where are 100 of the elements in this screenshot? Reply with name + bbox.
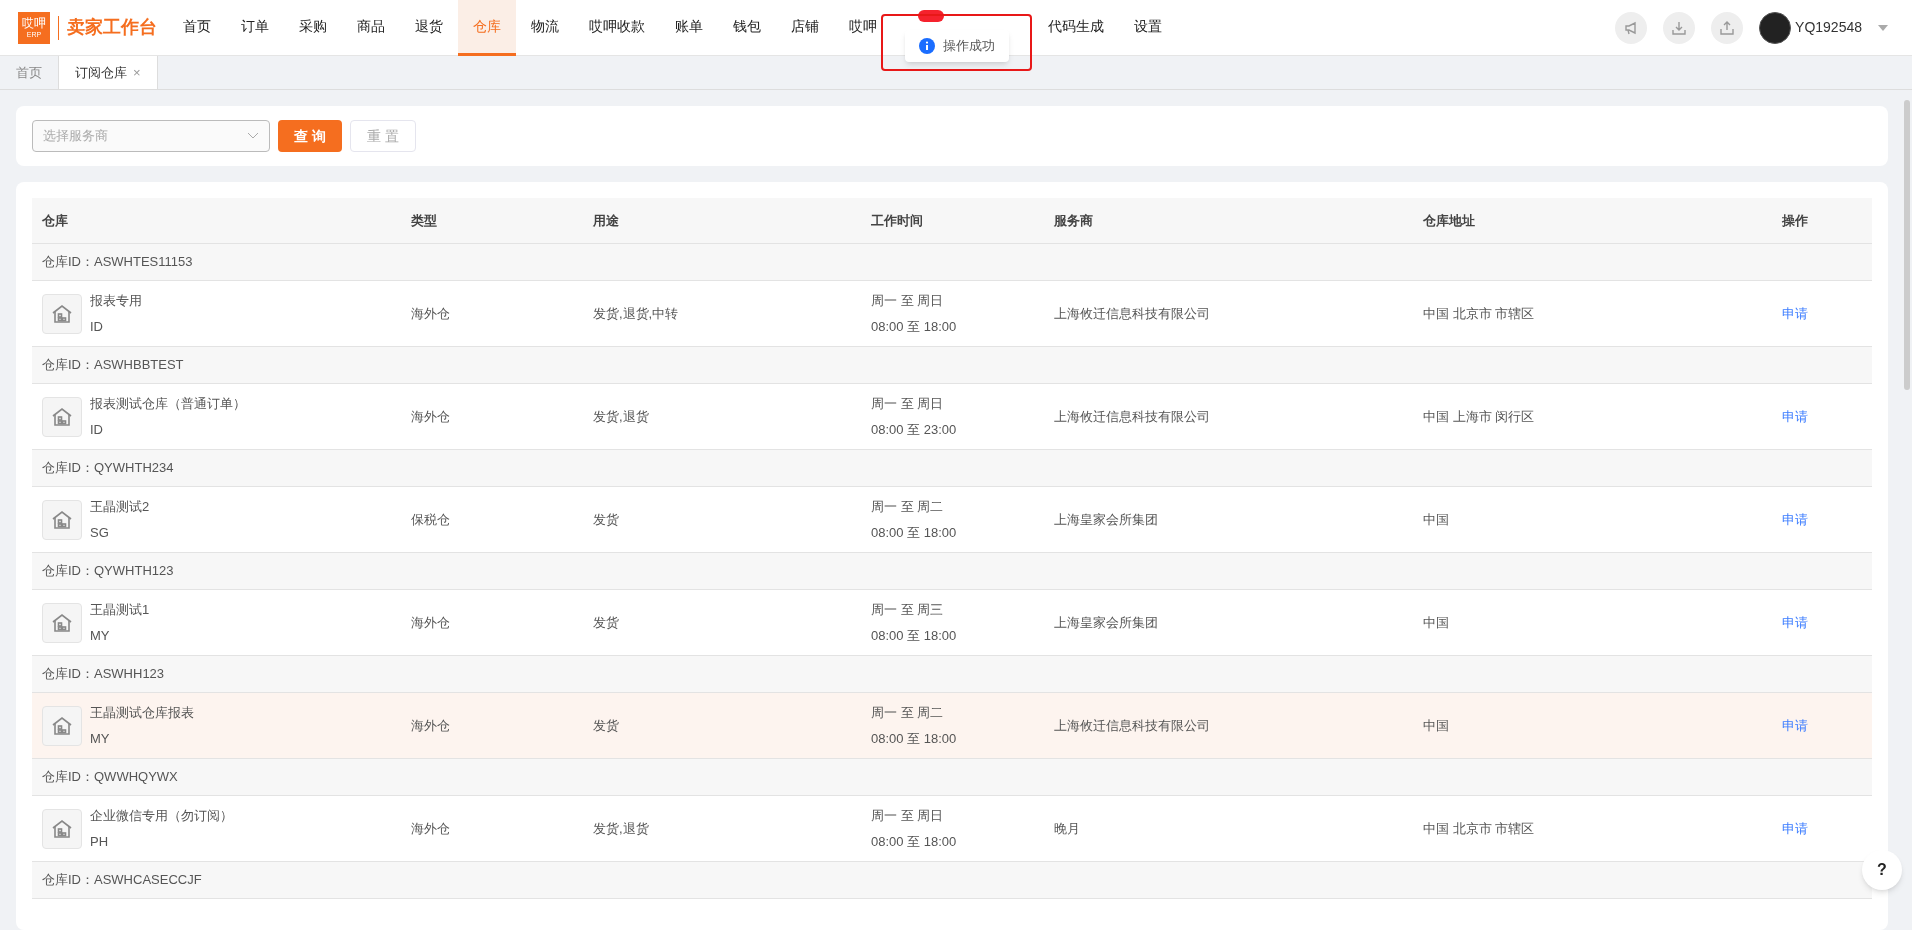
work-hours: 08:00 至 18:00 [871, 729, 958, 748]
warehouse-name: 王晶测试仓库报表 [90, 704, 194, 722]
warehouse-icon [42, 396, 82, 437]
table-cell-text: 中国 北京市 市辖区 [1422, 819, 1536, 838]
warehouse-icon [42, 602, 82, 643]
warehouse-id: 仓库ID：QYWHTH234 [42, 459, 174, 478]
table-cell-text: 上海皇家会所集团 [1053, 613, 1159, 632]
column-header: 用途 [592, 211, 620, 230]
nav-tab[interactable]: 订单 [226, 0, 284, 56]
apply-link[interactable]: 申请 [1782, 717, 1808, 733]
table-cell-text: 海外仓 [410, 716, 451, 735]
work-hours: 08:00 至 18:00 [871, 523, 958, 542]
table-cell-text: 中国 上海市 闵行区 [1422, 407, 1536, 426]
table-cell-text: 上海皇家会所集团 [1053, 510, 1159, 529]
country-code: MY [90, 729, 111, 748]
country-code: MY [90, 626, 111, 645]
work-hours: 08:00 至 23:00 [871, 420, 958, 439]
info-icon [918, 37, 935, 54]
table-cell-text: 晚月 [1053, 819, 1081, 838]
nav-tab[interactable]: 商品 [342, 0, 400, 56]
warehouse-name: 企业微信专用（勿订阅） [90, 807, 233, 825]
column-header: 仓库地址 [1422, 211, 1476, 230]
work-days: 周一 至 周三 [871, 600, 1034, 620]
apply-link[interactable]: 申请 [1782, 511, 1808, 527]
chevron-down-icon [247, 132, 259, 140]
avatar[interactable] [1759, 11, 1792, 44]
table-cell-text: 上海攸迁信息科技有限公司 [1053, 716, 1211, 735]
table-cell-text: 海外仓 [410, 613, 451, 632]
table-cell-text: 海外仓 [410, 407, 451, 426]
table-cell-text: 中国 [1422, 716, 1450, 735]
warehouse-id: 仓库ID：ASWHTES11153 [42, 253, 193, 272]
download-button[interactable] [1663, 11, 1696, 44]
table-cell-text: 海外仓 [410, 304, 451, 323]
app-title: 卖家工作台 [67, 16, 157, 39]
column-header: 操作 [1781, 211, 1809, 230]
warehouse-id: 仓库ID：ASWHBBTEST [42, 356, 184, 375]
country-code: ID [90, 420, 104, 439]
warehouse-name: 报表测试仓库（普通订单） [90, 395, 246, 413]
warehouse-icon [42, 808, 82, 849]
work-days: 周一 至 周日 [871, 806, 1034, 826]
warehouse-name: 王晶测试2 [90, 498, 150, 516]
table-cell-text: 保税仓 [410, 510, 451, 529]
nav-tab[interactable]: 物流 [516, 0, 574, 56]
nav-tab[interactable]: 账单 [660, 0, 718, 56]
column-header: 工作时间 [870, 211, 924, 230]
nav-tab[interactable]: 店铺 [776, 0, 834, 56]
page-tab[interactable]: 订阅仓库 × [59, 56, 158, 89]
warehouse-id: 仓库ID：ASWHH123 [42, 665, 165, 684]
country-code: ID [90, 317, 104, 336]
warehouse-name: 报表专用 [90, 292, 142, 310]
warehouse-icon [42, 705, 82, 746]
table-cell-text: 发货 [592, 716, 620, 735]
toast-message: 操作成功 [942, 37, 995, 55]
work-days: 周一 至 周日 [871, 291, 1034, 311]
apply-link[interactable]: 申请 [1782, 820, 1808, 836]
work-hours: 08:00 至 18:00 [871, 317, 958, 336]
column-header: 仓库 [41, 211, 69, 230]
nav-tab[interactable]: 哎呷收款 [574, 0, 660, 56]
apply-link[interactable]: 申请 [1782, 614, 1808, 630]
caret-icon[interactable] [1878, 24, 1888, 31]
user-name[interactable]: YQ192548 [1795, 17, 1862, 38]
work-days: 周一 至 周日 [871, 394, 1034, 414]
table-cell-text: 发货 [592, 510, 620, 529]
country-code: SG [90, 523, 110, 542]
work-hours: 08:00 至 18:00 [871, 832, 958, 851]
table-cell-text: 中国 [1422, 510, 1450, 529]
country-code: PH [90, 832, 110, 851]
upload-icon [1719, 19, 1736, 36]
warehouse-id: 仓库ID：QYWHTH123 [42, 562, 174, 581]
upload-button[interactable] [1711, 11, 1744, 44]
nav-tab[interactable]: 哎呷 [834, 0, 892, 56]
warehouse-id: 仓库ID：ASWHCASECCJF [42, 871, 202, 890]
table-cell-text: 上海攸迁信息科技有限公司 [1053, 407, 1211, 426]
nav-tab[interactable]: 钱包 [718, 0, 776, 56]
table-cell-text: 上海攸迁信息科技有限公司 [1053, 304, 1211, 323]
nav-tab[interactable]: 退货 [400, 0, 458, 56]
table-cell-text: 发货,退货 [592, 819, 650, 838]
table-cell-text: 发货,退货,中转 [592, 304, 680, 323]
apply-link[interactable]: 申请 [1782, 305, 1808, 321]
work-days: 周一 至 周二 [871, 703, 1034, 723]
nav-tab[interactable]: 设置 [1119, 0, 1177, 56]
download-icon [1671, 19, 1688, 36]
nav-tab[interactable]: 采购 [284, 0, 342, 56]
table-cell-text: 中国 [1422, 613, 1450, 632]
column-header: 服务商 [1053, 211, 1094, 230]
nav-tab[interactable]: 首页 [168, 0, 226, 56]
warehouse-name: 王晶测试1 [90, 601, 150, 619]
help-button[interactable]: ? [1862, 850, 1902, 890]
nav-tab[interactable]: 代码生成 [1033, 0, 1119, 56]
table-cell-text: 发货,退货 [592, 407, 650, 426]
warehouse-icon [42, 499, 82, 540]
warehouse-id: 仓库ID：QWWHQYWX [42, 768, 178, 787]
table-cell-text: 发货 [592, 613, 620, 632]
column-header: 类型 [410, 211, 438, 230]
work-days: 周一 至 周二 [871, 497, 1034, 517]
table-cell-text: 中国 北京市 市辖区 [1422, 304, 1536, 323]
warehouse-icon [42, 293, 82, 334]
work-hours: 08:00 至 18:00 [871, 626, 958, 645]
apply-link[interactable]: 申请 [1782, 408, 1808, 424]
announcement-button[interactable] [1615, 11, 1648, 44]
